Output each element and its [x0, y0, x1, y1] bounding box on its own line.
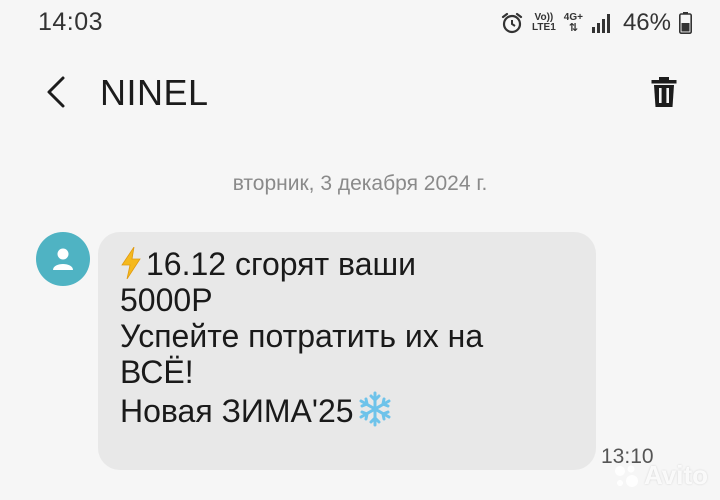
volte-bottom-label: LTE1 [532, 22, 556, 33]
snowflake-emoji-icon [359, 391, 391, 427]
signal-icon [591, 14, 610, 33]
status-clock: 14:03 [38, 8, 104, 36]
message-line-2: 5000Р [120, 282, 213, 318]
avito-watermark: Avito [612, 460, 708, 491]
sender-avatar[interactable] [36, 232, 90, 286]
message-line: 16.12 сгорят ваши [120, 246, 576, 282]
message-line-1: 16.12 сгорят ваши [146, 246, 417, 282]
trash-icon [651, 77, 677, 107]
data-arrows-icon: ⇅ [568, 22, 578, 34]
message-line: Новая ЗИМА'25 [120, 390, 576, 429]
message-line-3: Успейте потратить их на [120, 318, 484, 354]
delete-button[interactable] [644, 68, 684, 116]
message-line-4: ВСЁ! [120, 354, 194, 390]
date-divider: вторник, 3 декабря 2024 г. [232, 172, 488, 195]
battery-icon [679, 12, 692, 34]
person-icon [53, 248, 73, 270]
back-button[interactable] [36, 68, 76, 116]
back-arrow-icon [47, 76, 65, 108]
lightning-emoji-icon [121, 247, 141, 279]
network-indicator: 4G+ ⇅ [564, 13, 583, 34]
conversation-header: NINEL [0, 62, 720, 122]
status-icons: Vo)) LTE1 4G+ ⇅ 46% [500, 6, 692, 40]
alarm-icon [501, 12, 523, 34]
message-bubble[interactable]: 16.12 сгорят ваши 5000Р Успейте потратит… [98, 232, 596, 470]
message-line-5: Новая ЗИМА'25 [120, 393, 354, 429]
watermark-text: Avito [644, 460, 709, 490]
volte-indicator: Vo)) LTE1 [532, 13, 556, 33]
battery-percent: 46% [622, 9, 671, 36]
contact-name: NINEL [100, 72, 209, 113]
status-bar: 14:03 Vo)) LTE1 4G+ ⇅ 46% [0, 0, 720, 46]
avito-logo-icon [615, 465, 638, 487]
